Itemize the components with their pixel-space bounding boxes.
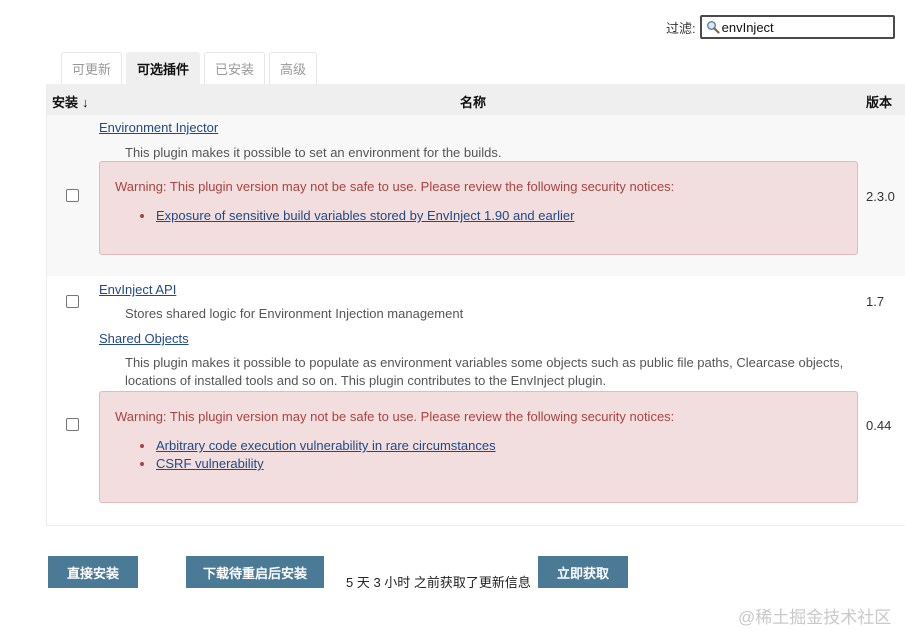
plugin-version: 1.7 [866,294,885,309]
filter-bar: 过滤: [666,14,895,40]
tab-available[interactable]: 可选插件 [126,52,201,84]
warning-text: Warning: This plugin version may not be … [115,409,675,424]
install-header-label: 安装 [52,95,79,110]
plugin-version: 0.44 [866,418,892,433]
tab-updates[interactable]: 可更新 [61,52,123,84]
list-item: CSRF vulnerability [138,455,496,473]
filter-label: 过滤: [666,20,696,36]
security-notice-link[interactable]: Arbitrary code execution vulnerability i… [156,438,496,453]
install-checkbox[interactable] [66,295,79,308]
bullet-icon [140,214,144,218]
plugin-link[interactable]: EnvInject API [99,282,176,297]
plugin-description: This plugin makes it possible to set an … [125,145,502,160]
plugin-link[interactable]: Shared Objects [99,331,189,346]
plugin-description-line-2: locations of installed tools and so on. … [125,373,607,388]
plugin-tabs: 可更新 可选插件 已安装 高级 [61,52,321,84]
install-checkbox[interactable] [66,189,79,202]
tab-installed[interactable]: 已安装 [204,52,266,84]
search-icon [706,21,720,34]
install-checkbox[interactable] [66,418,79,431]
security-notice-link[interactable]: CSRF vulnerability [156,456,264,471]
filter-field[interactable] [699,15,895,39]
table-row: Environment Injector This plugin makes i… [47,115,905,276]
filter-input[interactable] [719,19,880,35]
security-warning: Warning: This plugin version may not be … [99,391,858,503]
tab-advanced[interactable]: 高级 [269,52,318,84]
bullet-icon [140,462,144,466]
warning-text: Warning: This plugin version may not be … [115,179,675,194]
plugin-description: Stores shared logic for Environment Inje… [125,306,464,321]
security-notice-list: Arbitrary code execution vulnerability i… [138,437,496,473]
watermark: @稀土掘金技术社区 [738,608,892,627]
plugin-link[interactable]: Environment Injector [99,120,218,135]
column-header-name[interactable]: 名称 [460,92,486,111]
column-header-install[interactable]: 安装 ↓ [52,92,89,111]
table-header: 安装 ↓ 名称 版本 [47,84,905,115]
update-status-text: 5 天 3 小时 之前获取了更新信息 [346,575,531,590]
table-row: EnvInject API Stores shared logic for En… [47,276,905,326]
list-item: Arbitrary code execution vulnerability i… [138,437,496,455]
sort-indicator-icon: ↓ [82,95,89,110]
plugin-version: 2.3.0 [866,189,895,204]
bullet-icon [140,444,144,448]
list-item: Exposure of sensitive build variables st… [138,207,574,225]
security-notice-link[interactable]: Exposure of sensitive build variables st… [156,208,574,223]
download-restart-button[interactable]: 下载待重启后安装 [186,556,324,588]
plugin-table: 安装 ↓ 名称 版本 Environment Injector This plug… [46,84,905,526]
security-notice-list: Exposure of sensitive build variables st… [138,207,574,225]
plugin-description-line-1: This plugin makes it possible to populat… [125,355,844,370]
check-now-button[interactable]: 立即获取 [538,556,628,588]
install-now-button[interactable]: 直接安装 [48,556,138,588]
security-warning: Warning: This plugin version may not be … [99,161,858,255]
table-row: Shared Objects This plugin makes it poss… [47,326,905,516]
column-header-version[interactable]: 版本 [866,92,892,111]
